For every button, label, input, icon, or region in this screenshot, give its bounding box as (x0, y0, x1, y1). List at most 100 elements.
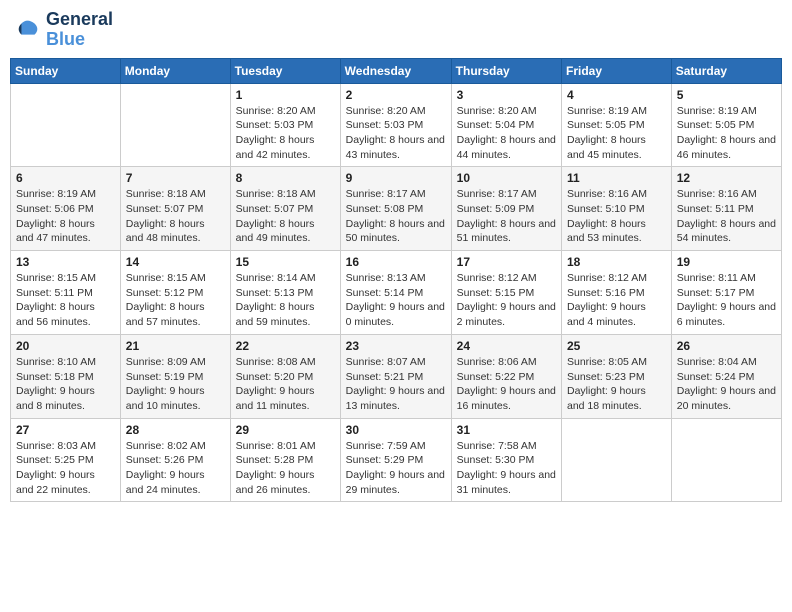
calendar-cell: 10 Sunrise: 8:17 AM Sunset: 5:09 PM Dayli… (451, 167, 561, 251)
day-info: Sunrise: 8:20 AM Sunset: 5:03 PM Dayligh… (346, 104, 446, 163)
day-info: Sunrise: 8:15 AM Sunset: 5:11 PM Dayligh… (16, 271, 115, 330)
weekday-header: Tuesday (230, 58, 340, 83)
calendar-cell: 26 Sunrise: 8:04 AM Sunset: 5:24 PM Dayli… (671, 334, 781, 418)
day-info: Sunrise: 8:20 AM Sunset: 5:04 PM Dayligh… (457, 104, 556, 163)
calendar-cell (671, 418, 781, 502)
day-number: 14 (126, 255, 225, 269)
calendar-week: 13 Sunrise: 8:15 AM Sunset: 5:11 PM Dayli… (11, 251, 782, 335)
calendar-cell: 25Sunrise: 8:05 AM Sunset: 5:23 PM Dayli… (562, 334, 672, 418)
calendar-cell: 7Sunrise: 8:18 AM Sunset: 5:07 PM Daylig… (120, 167, 230, 251)
weekday-header: Wednesday (340, 58, 451, 83)
day-number: 19 (677, 255, 776, 269)
day-info: Sunrise: 8:04 AM Sunset: 5:24 PM Dayligh… (677, 355, 776, 414)
calendar-cell: 17 Sunrise: 8:12 AM Sunset: 5:15 PM Dayli… (451, 251, 561, 335)
day-info: Sunrise: 8:03 AM Sunset: 5:25 PM Dayligh… (16, 439, 115, 498)
day-number: 10 (457, 171, 556, 185)
calendar-cell: 18 Sunrise: 8:12 AM Sunset: 5:16 PM Dayli… (562, 251, 672, 335)
day-info: Sunrise: 8:16 AM Sunset: 5:10 PM Dayligh… (567, 187, 666, 246)
calendar-cell: 20 Sunrise: 8:10 AM Sunset: 5:18 PM Dayli… (11, 334, 121, 418)
day-number: 15 (236, 255, 335, 269)
page-header: General Blue (10, 10, 782, 50)
day-number: 9 (346, 171, 446, 185)
weekday-row: SundayMondayTuesdayWednesdayThursdayFrid… (11, 58, 782, 83)
day-info: Sunrise: 8:10 AM Sunset: 5:18 PM Dayligh… (16, 355, 115, 414)
day-number: 13 (16, 255, 115, 269)
day-number: 16 (346, 255, 446, 269)
day-info: Sunrise: 8:19 AM Sunset: 5:05 PM Dayligh… (677, 104, 776, 163)
calendar-week: 6 Sunrise: 8:19 AM Sunset: 5:06 PM Daylig… (11, 167, 782, 251)
day-number: 5 (677, 88, 776, 102)
day-info: Sunrise: 8:11 AM Sunset: 5:17 PM Dayligh… (677, 271, 776, 330)
day-number: 30 (346, 423, 446, 437)
calendar-cell: 22Sunrise: 8:08 AM Sunset: 5:20 PM Dayli… (230, 334, 340, 418)
calendar-cell: 4 Sunrise: 8:19 AM Sunset: 5:05 PM Daylig… (562, 83, 672, 167)
day-number: 17 (457, 255, 556, 269)
calendar-cell: 14Sunrise: 8:15 AM Sunset: 5:12 PM Dayli… (120, 251, 230, 335)
logo: General Blue (14, 10, 113, 50)
weekday-header: Saturday (671, 58, 781, 83)
day-number: 2 (346, 88, 446, 102)
calendar-cell: 6 Sunrise: 8:19 AM Sunset: 5:06 PM Daylig… (11, 167, 121, 251)
day-number: 28 (126, 423, 225, 437)
calendar-cell: 1 Sunrise: 8:20 AM Sunset: 5:03 PM Daylig… (230, 83, 340, 167)
calendar-week: 1 Sunrise: 8:20 AM Sunset: 5:03 PM Daylig… (11, 83, 782, 167)
calendar-cell: 12 Sunrise: 8:16 AM Sunset: 5:11 PM Dayli… (671, 167, 781, 251)
calendar-cell: 11 Sunrise: 8:16 AM Sunset: 5:10 PM Dayli… (562, 167, 672, 251)
day-info: Sunrise: 8:14 AM Sunset: 5:13 PM Dayligh… (236, 271, 335, 330)
day-info: Sunrise: 8:20 AM Sunset: 5:03 PM Dayligh… (236, 104, 335, 163)
calendar-cell: 2 Sunrise: 8:20 AM Sunset: 5:03 PM Daylig… (340, 83, 451, 167)
logo-text: General Blue (46, 10, 113, 50)
day-info: Sunrise: 8:16 AM Sunset: 5:11 PM Dayligh… (677, 187, 776, 246)
calendar-cell: 29Sunrise: 8:01 AM Sunset: 5:28 PM Dayli… (230, 418, 340, 502)
weekday-header: Thursday (451, 58, 561, 83)
day-info: Sunrise: 8:17 AM Sunset: 5:08 PM Dayligh… (346, 187, 446, 246)
calendar-cell: 19 Sunrise: 8:11 AM Sunset: 5:17 PM Dayli… (671, 251, 781, 335)
calendar-cell (120, 83, 230, 167)
day-info: Sunrise: 7:58 AM Sunset: 5:30 PM Dayligh… (457, 439, 556, 498)
day-number: 23 (346, 339, 446, 353)
day-number: 20 (16, 339, 115, 353)
day-number: 1 (236, 88, 335, 102)
day-number: 22 (236, 339, 335, 353)
day-info: Sunrise: 8:18 AM Sunset: 5:07 PM Dayligh… (236, 187, 335, 246)
day-info: Sunrise: 8:06 AM Sunset: 5:22 PM Dayligh… (457, 355, 556, 414)
day-number: 4 (567, 88, 666, 102)
weekday-header: Monday (120, 58, 230, 83)
day-info: Sunrise: 8:13 AM Sunset: 5:14 PM Dayligh… (346, 271, 446, 330)
calendar-cell: 5 Sunrise: 8:19 AM Sunset: 5:05 PM Daylig… (671, 83, 781, 167)
day-info: Sunrise: 8:19 AM Sunset: 5:05 PM Dayligh… (567, 104, 666, 163)
day-number: 12 (677, 171, 776, 185)
calendar-cell: 9 Sunrise: 8:17 AM Sunset: 5:08 PM Daylig… (340, 167, 451, 251)
calendar-cell: 28Sunrise: 8:02 AM Sunset: 5:26 PM Dayli… (120, 418, 230, 502)
day-info: Sunrise: 8:17 AM Sunset: 5:09 PM Dayligh… (457, 187, 556, 246)
day-info: Sunrise: 8:09 AM Sunset: 5:19 PM Dayligh… (126, 355, 225, 414)
calendar-cell: 8Sunrise: 8:18 AM Sunset: 5:07 PM Daylig… (230, 167, 340, 251)
day-number: 11 (567, 171, 666, 185)
day-number: 27 (16, 423, 115, 437)
day-number: 26 (677, 339, 776, 353)
calendar-header: SundayMondayTuesdayWednesdayThursdayFrid… (11, 58, 782, 83)
calendar-cell: 3Sunrise: 8:20 AM Sunset: 5:04 PM Daylig… (451, 83, 561, 167)
logo-icon (14, 16, 42, 44)
day-info: Sunrise: 8:12 AM Sunset: 5:15 PM Dayligh… (457, 271, 556, 330)
day-info: Sunrise: 8:01 AM Sunset: 5:28 PM Dayligh… (236, 439, 335, 498)
day-number: 7 (126, 171, 225, 185)
day-number: 18 (567, 255, 666, 269)
calendar-cell (11, 83, 121, 167)
calendar-cell: 31Sunrise: 7:58 AM Sunset: 5:30 PM Dayli… (451, 418, 561, 502)
day-info: Sunrise: 8:19 AM Sunset: 5:06 PM Dayligh… (16, 187, 115, 246)
day-info: Sunrise: 8:05 AM Sunset: 5:23 PM Dayligh… (567, 355, 666, 414)
calendar-cell: 21 Sunrise: 8:09 AM Sunset: 5:19 PM Dayli… (120, 334, 230, 418)
calendar-cell: 24Sunrise: 8:06 AM Sunset: 5:22 PM Dayli… (451, 334, 561, 418)
day-number: 21 (126, 339, 225, 353)
calendar-cell: 15 Sunrise: 8:14 AM Sunset: 5:13 PM Dayli… (230, 251, 340, 335)
calendar-cell: 16 Sunrise: 8:13 AM Sunset: 5:14 PM Dayli… (340, 251, 451, 335)
day-number: 6 (16, 171, 115, 185)
calendar-week: 20 Sunrise: 8:10 AM Sunset: 5:18 PM Dayli… (11, 334, 782, 418)
calendar-week: 27 Sunrise: 8:03 AM Sunset: 5:25 PM Dayli… (11, 418, 782, 502)
calendar-cell: 13 Sunrise: 8:15 AM Sunset: 5:11 PM Dayli… (11, 251, 121, 335)
calendar-body: 1 Sunrise: 8:20 AM Sunset: 5:03 PM Daylig… (11, 83, 782, 502)
calendar-cell (562, 418, 672, 502)
day-info: Sunrise: 8:12 AM Sunset: 5:16 PM Dayligh… (567, 271, 666, 330)
calendar: SundayMondayTuesdayWednesdayThursdayFrid… (10, 58, 782, 503)
